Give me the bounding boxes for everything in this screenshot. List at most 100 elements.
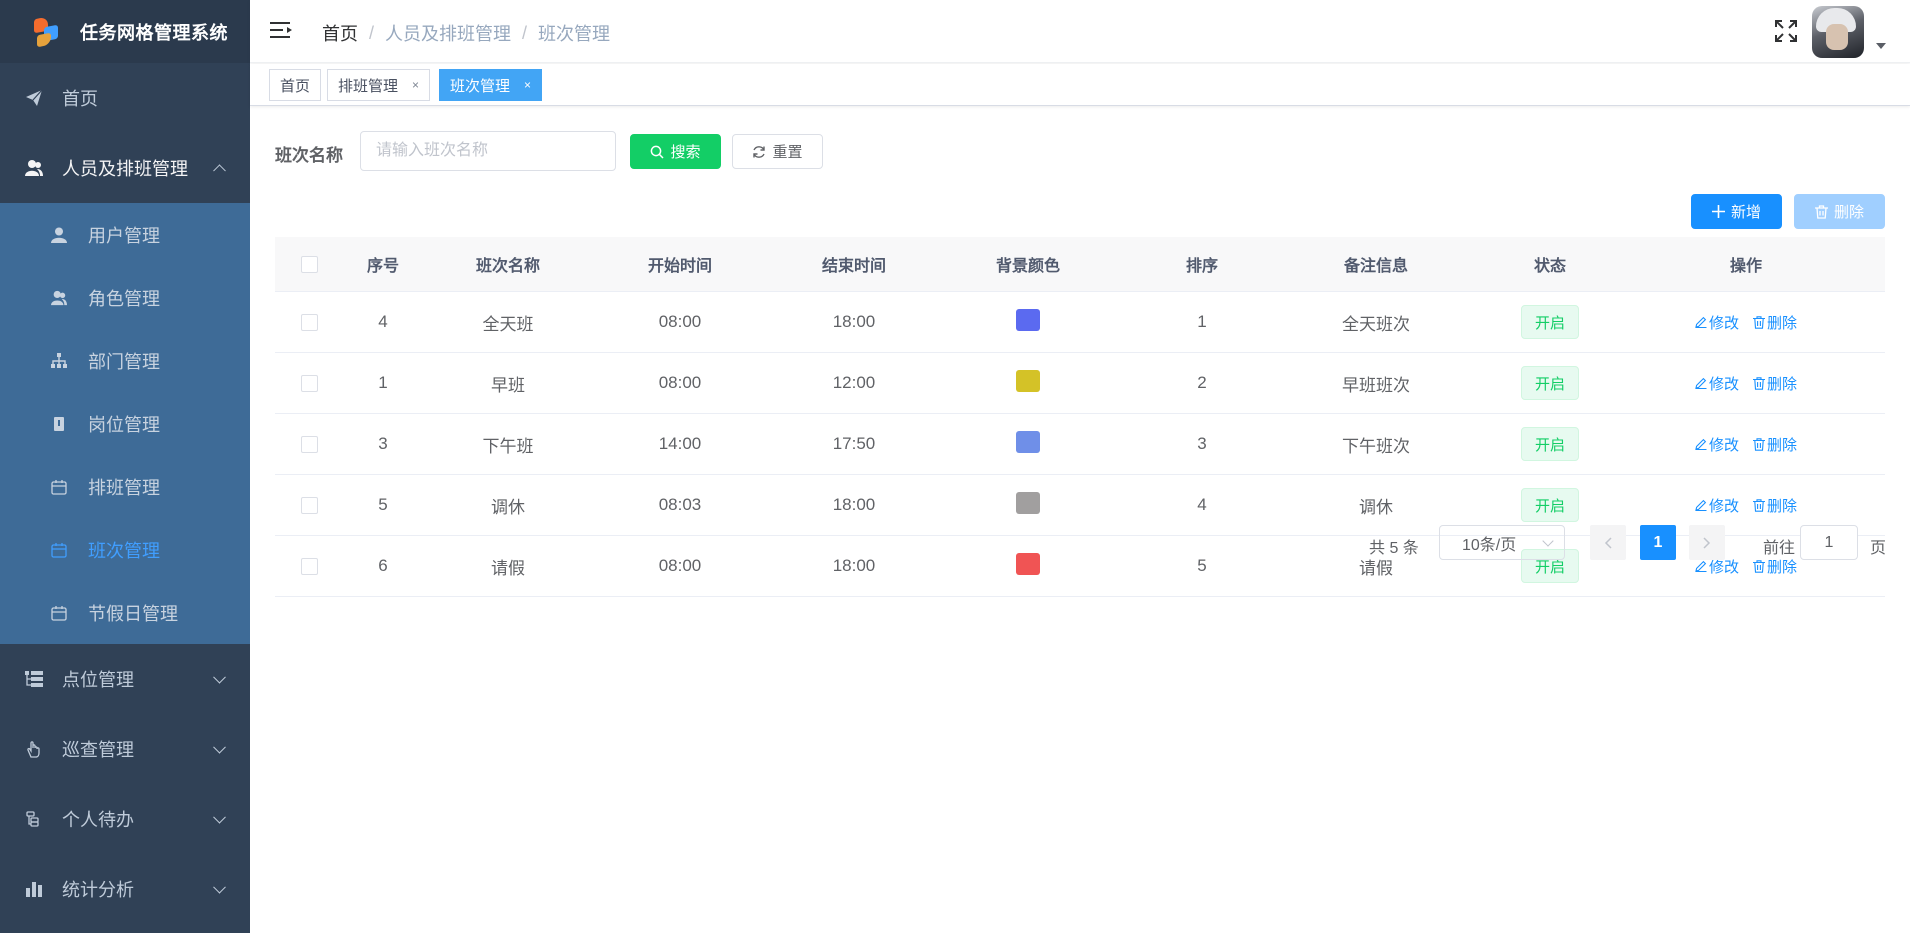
hand-icon bbox=[24, 739, 44, 759]
column-header: 操作 bbox=[1729, 258, 1762, 275]
prev-page-button[interactable] bbox=[1590, 525, 1626, 560]
tag-shift[interactable]: 班次管理 × bbox=[439, 69, 543, 101]
edit-link[interactable]: 修改 bbox=[1695, 495, 1739, 516]
peoples-icon bbox=[50, 289, 68, 307]
reset-button[interactable]: 重置 bbox=[732, 134, 823, 169]
tag-home[interactable]: 首页 bbox=[269, 69, 322, 101]
cell-start: 08:00 bbox=[658, 373, 702, 392]
column-header: 结束时间 bbox=[821, 258, 886, 275]
edit-link[interactable]: 修改 bbox=[1695, 312, 1739, 333]
sidebar-item-user[interactable]: 用户管理 bbox=[0, 203, 250, 266]
date-icon bbox=[50, 478, 68, 496]
breadcrumb-current: 班次管理 bbox=[538, 24, 611, 44]
tree-table-icon bbox=[24, 669, 44, 689]
chevron-down-icon bbox=[213, 740, 226, 754]
color-swatch bbox=[1016, 431, 1040, 453]
row-checkbox[interactable] bbox=[300, 374, 318, 392]
fullscreen-icon[interactable] bbox=[1775, 20, 1797, 42]
edit-link[interactable]: 修改 bbox=[1695, 373, 1739, 394]
sidebar-item-shift[interactable]: 班次管理 bbox=[0, 518, 250, 581]
chevron-right-icon bbox=[1703, 536, 1711, 549]
row-checkbox[interactable] bbox=[300, 496, 318, 514]
color-swatch bbox=[1016, 309, 1040, 331]
add-button-label: 新增 bbox=[1730, 204, 1761, 221]
bar-chart-icon bbox=[24, 879, 44, 899]
table-header: 序号 班次名称 开始时间 结束时间 背景颜色 排序 备注信息 状态 操作 bbox=[275, 237, 1885, 292]
todo-icon bbox=[24, 809, 44, 829]
sidebar-item-stats[interactable]: 统计分析 bbox=[0, 854, 250, 924]
table-row: 1 早班 08:00 12:00 2 早班班次 开启 修改 删除 bbox=[275, 353, 1885, 414]
sidebar-item-patrol[interactable]: 巡查管理 bbox=[0, 714, 250, 784]
breadcrumb-home[interactable]: 首页 bbox=[322, 20, 358, 46]
caret-down-icon[interactable] bbox=[1876, 43, 1886, 49]
sidebar-item-schedule[interactable]: 排班管理 bbox=[0, 455, 250, 518]
breadcrumb-separator: / bbox=[522, 22, 528, 43]
sidebar-item-point[interactable]: 点位管理 bbox=[0, 644, 250, 714]
sidebar-item-post[interactable]: 岗位管理 bbox=[0, 392, 250, 455]
page-number-button[interactable]: 1 bbox=[1640, 525, 1676, 560]
sidebar-item-home[interactable]: 首页 bbox=[0, 63, 250, 133]
delete-link[interactable]: 删除 bbox=[1753, 373, 1797, 394]
edit-label: 修改 bbox=[1708, 314, 1739, 332]
add-button[interactable]: 新增 bbox=[1691, 194, 1782, 229]
next-page-button[interactable] bbox=[1689, 525, 1725, 560]
user-icon bbox=[50, 226, 68, 244]
paper-plane-icon bbox=[24, 88, 44, 108]
cell-end: 18:00 bbox=[832, 312, 876, 331]
edit-icon bbox=[1695, 560, 1707, 572]
delete-link[interactable]: 删除 bbox=[1753, 312, 1797, 333]
cell-sort: 3 bbox=[1197, 434, 1207, 453]
trash-icon bbox=[1753, 315, 1765, 329]
hamburger-icon[interactable] bbox=[270, 20, 292, 40]
sidebar-item-role[interactable]: 角色管理 bbox=[0, 266, 250, 329]
cell-remark: 全天班次 bbox=[1342, 314, 1410, 334]
goto-page-input[interactable] bbox=[1800, 525, 1858, 560]
delete-link[interactable]: 删除 bbox=[1753, 434, 1797, 455]
tag-label: 班次管理 bbox=[450, 77, 511, 95]
delete-link[interactable]: 删除 bbox=[1753, 495, 1797, 516]
batch-delete-button[interactable]: 删除 bbox=[1794, 194, 1885, 229]
search-button[interactable]: 搜索 bbox=[630, 134, 721, 169]
logo-icon bbox=[32, 16, 62, 48]
tag-schedule[interactable]: 排班管理 × bbox=[327, 69, 431, 101]
sidebar-item-todo[interactable]: 个人待办 bbox=[0, 784, 250, 854]
shift-name-input[interactable] bbox=[360, 131, 616, 171]
breadcrumb-separator: / bbox=[369, 22, 375, 43]
main-content: 班次名称 搜索 重置 新增 删除 序号 班次名称 开始时间 结束时间 背景颜色 bbox=[250, 107, 1910, 933]
cell-end: 17:50 bbox=[832, 434, 876, 453]
sidebar-item-holiday[interactable]: 节假日管理 bbox=[0, 581, 250, 644]
close-icon[interactable]: × bbox=[412, 78, 419, 92]
sidebar-submenu-personnel: 用户管理 角色管理 部门管理 岗位管理 排班管理 班次管理 节假日管理 bbox=[0, 203, 250, 644]
column-header: 班次名称 bbox=[475, 258, 540, 275]
color-swatch bbox=[1016, 492, 1040, 514]
cell-name: 全天班 bbox=[482, 314, 534, 334]
date-icon bbox=[50, 604, 68, 622]
people-icon bbox=[24, 158, 44, 178]
page-size-select[interactable]: 10条/页 bbox=[1439, 525, 1565, 560]
sidebar-item-personnel[interactable]: 人员及排班管理 bbox=[0, 133, 250, 203]
column-header: 背景颜色 bbox=[995, 258, 1060, 275]
sidebar-item-label: 巡查管理 bbox=[62, 740, 134, 760]
trash-icon bbox=[1753, 437, 1765, 451]
sidebar-item-label: 个人待办 bbox=[62, 810, 134, 830]
edit-link[interactable]: 修改 bbox=[1695, 434, 1739, 455]
edit-icon bbox=[1695, 316, 1707, 328]
page-size-value: 10条/页 bbox=[1462, 536, 1517, 554]
delete-label: 删除 bbox=[1767, 436, 1798, 454]
column-header: 备注信息 bbox=[1343, 258, 1408, 275]
sidebar-item-department[interactable]: 部门管理 bbox=[0, 329, 250, 392]
app-title: 任务网格管理系统 bbox=[80, 22, 228, 43]
table-row: 4 全天班 08:00 18:00 1 全天班次 开启 修改 删除 bbox=[275, 292, 1885, 353]
avatar[interactable] bbox=[1812, 6, 1864, 58]
cell-end: 12:00 bbox=[832, 373, 876, 392]
chevron-down-icon bbox=[1542, 535, 1554, 547]
pagination: 共 5 条 10条/页 1 前往 页 bbox=[250, 525, 1910, 561]
cell-remark: 下午班次 bbox=[1342, 436, 1410, 456]
goto-label: 前往 bbox=[1763, 540, 1796, 557]
sidebar-logo[interactable]: 任务网格管理系统 bbox=[0, 0, 250, 63]
row-checkbox[interactable] bbox=[300, 313, 318, 331]
close-icon[interactable]: × bbox=[524, 78, 531, 92]
select-all-checkbox[interactable] bbox=[300, 255, 318, 273]
row-checkbox[interactable] bbox=[300, 435, 318, 453]
trash-icon bbox=[1753, 498, 1765, 512]
